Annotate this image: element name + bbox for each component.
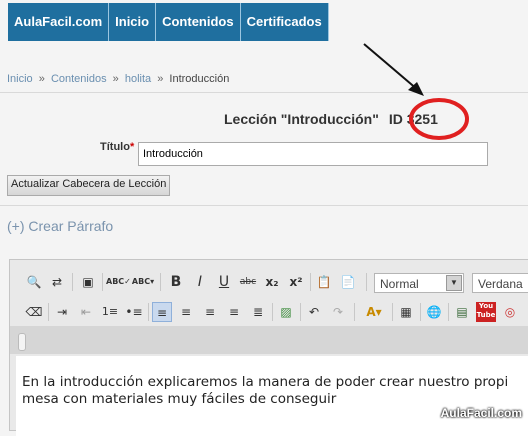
breadcrumb-current: Introducción [169,73,230,85]
table-icon[interactable]: ▦ [396,302,416,322]
format-select[interactable]: Normal ▼ [374,273,464,293]
bullet-list-icon[interactable]: •≡ [124,302,144,322]
align-left-icon[interactable]: ≡ [152,302,172,322]
chevron-down-icon: ▼ [446,275,462,291]
toolbar-separator [420,303,421,321]
undo-icon[interactable]: ↶ [304,302,324,322]
toolbar-separator [392,303,393,321]
replace-icon[interactable]: ⇄ [47,272,67,292]
italic-icon[interactable]: I [190,272,210,292]
save-icon[interactable]: ▤ [452,302,472,322]
update-header-button[interactable]: Actualizar Cabecera de Lección [7,175,171,196]
create-paragraph-link[interactable]: (+) Crear Párrafo [7,218,113,234]
toolbar-separator [102,273,103,291]
toolbar-separator [354,303,355,321]
indent-icon[interactable]: ⇥ [52,302,72,322]
main-nav: AulaFacil.com Inicio Contenidos Certific… [8,3,329,41]
lesson-title: Lección "Introducción" [224,111,379,127]
text-color-icon[interactable]: A▾ [360,302,388,322]
toolbar-separator [366,273,367,291]
toolbar-separator [272,303,273,321]
editor-resize-bar [10,326,528,354]
annotation-arrow-line [363,43,419,91]
numbered-list-icon[interactable]: 1≡ [100,302,120,322]
breadcrumb-separator: » [157,73,164,85]
toolbar-separator [148,303,149,321]
title-input[interactable] [138,142,488,166]
youtube-icon[interactable]: You Tube [476,302,496,322]
align-right-icon[interactable]: ≡ [200,302,220,322]
superscript-icon[interactable]: x² [286,272,306,292]
breadcrumb: Inicio » Contenidos » holita » Introducc… [7,73,229,85]
justify-icon[interactable]: ≡ [224,302,244,322]
spellcheck-dropdown-icon[interactable]: ABC▾ [130,272,156,292]
resize-handle[interactable] [18,333,26,351]
underline-icon[interactable]: U [214,272,234,292]
divider [0,92,528,93]
title-label-text: Título [100,141,130,153]
toolbar-separator [448,303,449,321]
globe-link-icon[interactable]: 🌐 [424,302,444,322]
toolbar-separator [300,303,301,321]
lesson-heading: Lección "Introducción" ID 3251 [224,111,438,127]
lesson-id-label: ID [388,111,403,127]
align-center-icon[interactable]: ≡ [176,302,196,322]
title-label: Título* [100,141,134,153]
lesson-id-value: 3251 [406,111,438,127]
justify-full-icon[interactable]: ≣ [248,302,268,322]
outdent-icon[interactable]: ⇤ [76,302,96,322]
find-icon[interactable]: 🔍 [24,272,44,292]
paste-word-icon[interactable]: 📄 [338,272,358,292]
nav-contenidos[interactable]: Contenidos [156,3,241,41]
toolbar-separator [160,273,161,291]
toolbar-separator [72,273,73,291]
image-icon[interactable]: ▨ [276,302,296,322]
select-all-icon[interactable]: ▣ [78,272,98,292]
settings-icon[interactable]: ◎ [500,302,520,322]
spellcheck-icon[interactable]: ABC✓ [106,272,131,292]
breadcrumb-separator: » [38,73,45,85]
annotation-arrow-head [408,82,424,96]
subscript-icon[interactable]: x₂ [262,272,282,292]
nav-brand[interactable]: AulaFacil.com [8,3,110,41]
editor-content-text[interactable]: En la introducción explicaremos la maner… [22,374,522,408]
strikethrough-icon[interactable]: abc [238,272,258,292]
font-select-value: Verdana [478,277,523,291]
breadcrumb-inicio[interactable]: Inicio [7,73,33,85]
bold-icon[interactable]: B [166,272,186,292]
required-mark: * [129,141,135,153]
paste-text-icon[interactable]: 📋 [314,272,334,292]
breadcrumb-holita[interactable]: holita [125,73,151,85]
divider [0,205,528,206]
font-select[interactable]: Verdana [472,273,528,293]
breadcrumb-separator: » [112,73,119,85]
nav-inicio[interactable]: Inicio [109,3,157,41]
watermark: AulaFacil.com [440,406,522,420]
toolbar-row-2: ⌫ ⇥ ⇤ 1≡ •≡ ≡ ≡ ≡ ≡ ≣ ▨ ↶ ↷ A▾ ▦ 🌐 ▤ You… [10,298,528,326]
format-select-value: Normal [380,277,419,291]
toolbar-separator [310,273,311,291]
breadcrumb-contenidos[interactable]: Contenidos [51,73,107,85]
eraser-icon[interactable]: ⌫ [24,302,44,322]
toolbar-row-1: 🔍 ⇄ ▣ ABC✓ ABC▾ B I U abc x₂ x² 📋 📄 Norm… [10,268,528,296]
redo-icon[interactable]: ↷ [328,302,348,322]
toolbar-separator [48,303,49,321]
nav-certificados[interactable]: Certificados [240,3,329,41]
